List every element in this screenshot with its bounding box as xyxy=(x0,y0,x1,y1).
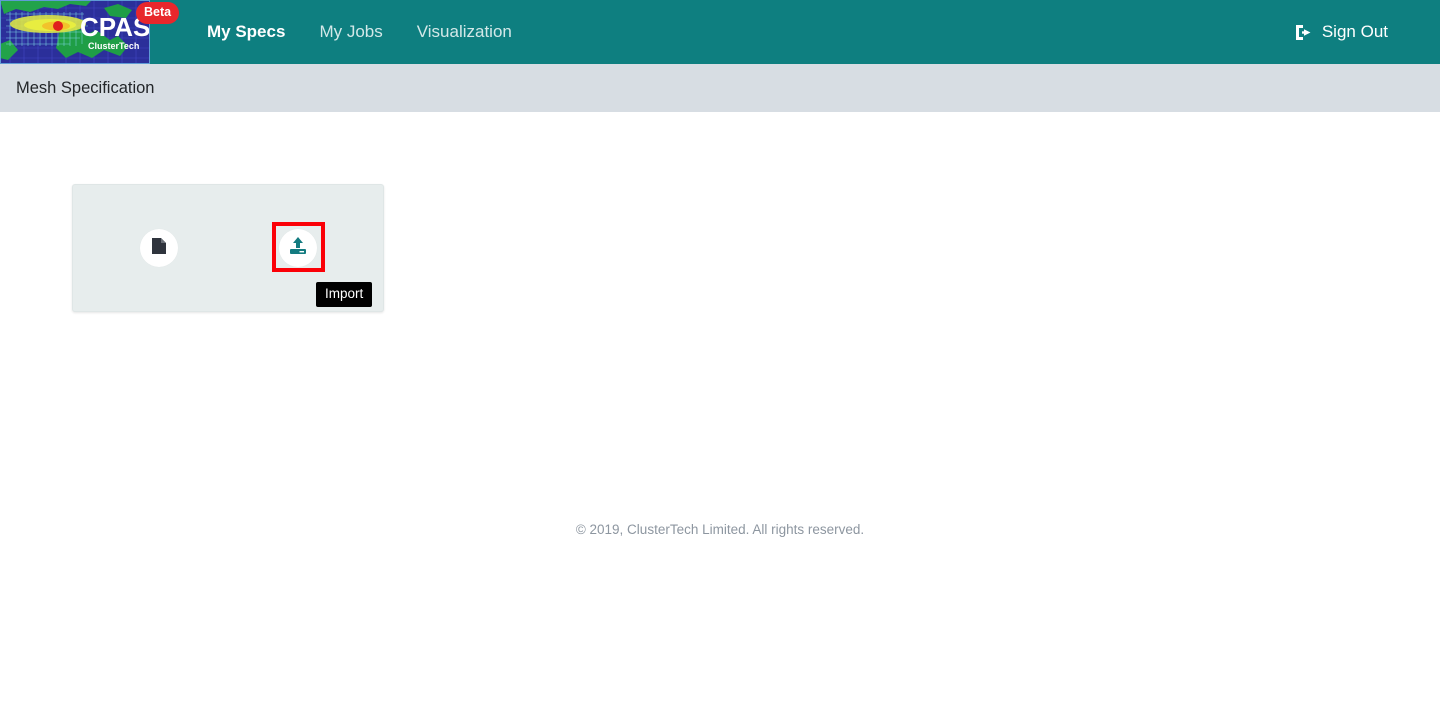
svg-text:ClusterTech: ClusterTech xyxy=(88,41,139,51)
cpas-logo-image: CPAS ClusterTech xyxy=(0,0,150,64)
import-tooltip: Import xyxy=(316,282,373,307)
nav-link-my-specs[interactable]: My Specs xyxy=(190,0,302,64)
page-title: Mesh Specification xyxy=(16,78,155,97)
sign-out-label: Sign Out xyxy=(1321,22,1388,41)
footer-copyright: © 2019, ClusterTech Limited. All rights … xyxy=(575,522,865,537)
sign-out-icon xyxy=(1294,23,1313,42)
file-icon xyxy=(151,237,167,260)
spec-card[interactable]: Import xyxy=(72,184,384,312)
sign-out-button[interactable]: Sign Out xyxy=(1294,22,1388,42)
subheader-bar: Mesh Specification xyxy=(0,64,1440,112)
nav-link-visualization[interactable]: Visualization xyxy=(400,0,529,64)
top-navbar: CPAS ClusterTech Beta My Specs My Jobs V… xyxy=(0,0,1440,64)
brand[interactable]: CPAS ClusterTech Beta xyxy=(0,0,180,64)
nav-link-my-jobs[interactable]: My Jobs xyxy=(302,0,399,64)
new-spec-button[interactable] xyxy=(140,229,178,267)
beta-badge: Beta xyxy=(136,2,180,24)
upload-icon xyxy=(288,236,308,261)
main-content: Import © 2019, ClusterTech Limited. All … xyxy=(0,112,1440,710)
import-button[interactable] xyxy=(279,229,317,267)
nav-links: My Specs My Jobs Visualization xyxy=(190,0,529,64)
